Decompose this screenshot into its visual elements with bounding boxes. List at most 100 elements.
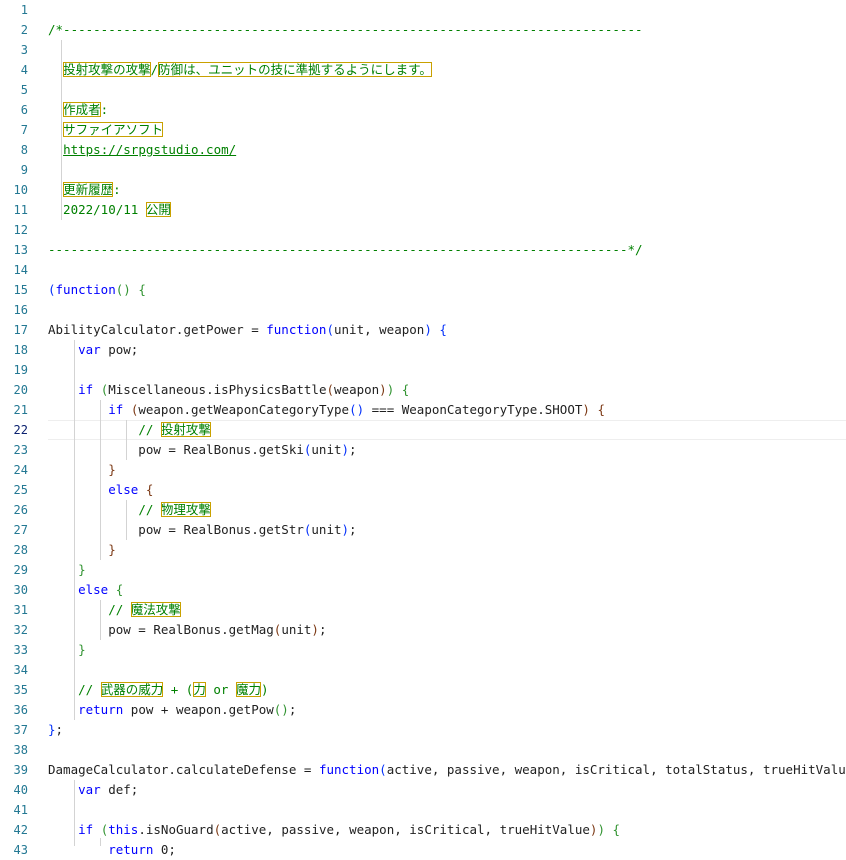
code-token: .isNoGuard <box>138 822 214 837</box>
line-number: 6 <box>20 103 28 117</box>
code-line[interactable]: 更新履歴: <box>48 180 121 200</box>
code-token: DamageCalculator.calculateDefense = <box>48 762 319 777</box>
code-token: 公開 <box>145 202 171 217</box>
code-line[interactable]: AbilityCalculator.getPower = function(un… <box>48 320 447 340</box>
code-token: ----------------------------------------… <box>48 242 643 257</box>
code-token: 0; <box>153 842 176 857</box>
code-line[interactable]: var pow; <box>48 340 138 360</box>
code-line[interactable]: if (this.isNoGuard(active, passive, weap… <box>48 820 620 840</box>
code-line[interactable]: ----------------------------------------… <box>48 240 643 260</box>
code-token: this <box>108 822 139 837</box>
code-token: /*--------------------------------------… <box>48 22 643 37</box>
code-token: ( <box>326 382 335 397</box>
code-line[interactable]: } <box>48 640 86 660</box>
code-token: pow + weapon.getPow <box>123 702 274 717</box>
code-area[interactable]: /*--------------------------------------… <box>48 0 846 857</box>
code-token: // <box>78 682 101 697</box>
line-number: 20 <box>13 383 28 397</box>
code-line[interactable]: pow = RealBonus.getSki(unit); <box>48 440 356 460</box>
code-token: https://srpgstudio.com/ <box>63 142 237 157</box>
code-line[interactable]: /*--------------------------------------… <box>48 20 643 40</box>
code-line[interactable]: // 武器の威力 + (力 or 魔力) <box>48 680 268 700</box>
code-editor[interactable]: 1 2 3 4 5 6 7 8 9 10 11 12 13 14 15 16 17 18 19 20 21 22 23 24 2… <box>0 0 846 857</box>
code-line[interactable]: } <box>48 460 116 480</box>
code-token: function <box>318 762 380 777</box>
code-line[interactable]: 投射攻撃の攻撃/防御は、ユニットの技に準拠するようにします。 <box>48 60 432 80</box>
code-line[interactable]: else { <box>48 580 123 600</box>
code-token: or <box>205 682 236 697</box>
line-number: 30 <box>13 583 28 597</box>
code-line[interactable]: https://srpgstudio.com/ <box>48 140 236 160</box>
line-number: 39 <box>13 763 28 777</box>
code-line[interactable]: }; <box>48 720 63 740</box>
code-line[interactable]: // 物理攻撃 <box>48 500 211 520</box>
code-line[interactable]: if (weapon.getWeaponCategoryType() === W… <box>48 400 605 420</box>
line-number: 12 <box>13 223 28 237</box>
code-line[interactable]: } <box>48 540 116 560</box>
code-token: 防御は、ユニットの技に準拠するようにします。 <box>158 62 432 77</box>
line-number: 7 <box>20 123 28 137</box>
code-token: def; <box>100 782 139 797</box>
code-token: ) <box>582 402 590 417</box>
code-line[interactable]: 2022/10/11 公開 <box>48 200 171 220</box>
code-token: { <box>115 582 124 597</box>
code-line[interactable]: if (Miscellaneous.isPhysicsBattle(weapon… <box>48 380 409 400</box>
code-token: } <box>108 462 116 477</box>
code-token: 2022/10/11 <box>48 202 146 217</box>
code-line[interactable]: pow = RealBonus.getStr(unit); <box>48 520 356 540</box>
code-line[interactable]: var def; <box>48 780 138 800</box>
code-token: // <box>138 502 161 517</box>
code-token: if <box>78 382 94 397</box>
line-number: 22 <box>13 423 28 437</box>
code-token: ) <box>260 682 269 697</box>
line-number: 19 <box>13 363 28 377</box>
code-token: else <box>78 582 109 597</box>
line-number: 37 <box>13 723 28 737</box>
line-number: 27 <box>13 523 28 537</box>
line-number: 42 <box>13 823 28 837</box>
code-line[interactable]: else { <box>48 480 153 500</box>
line-number: 15 <box>13 283 28 297</box>
code-token: { <box>597 402 605 417</box>
code-token: if <box>108 402 124 417</box>
line-number: 38 <box>13 743 28 757</box>
code-line[interactable]: // 投射攻撃 <box>48 420 211 440</box>
code-line[interactable]: サファイアソフト <box>48 120 164 140</box>
line-number: 17 <box>13 323 28 337</box>
line-number: 34 <box>13 663 28 677</box>
code-line[interactable]: return pow + weapon.getPow(); <box>48 700 296 720</box>
code-line[interactable]: // 魔法攻撃 <box>48 600 181 620</box>
line-number: 18 <box>13 343 28 357</box>
code-token: () <box>273 702 289 717</box>
code-token: 更新履歴 <box>63 182 114 197</box>
code-line[interactable]: DamageCalculator.calculateDefense = func… <box>48 760 846 780</box>
code-line[interactable]: } <box>48 560 86 580</box>
line-number: 36 <box>13 703 28 717</box>
code-token: ) <box>597 822 605 837</box>
code-line[interactable]: 作成者: <box>48 100 108 120</box>
code-token: var <box>78 342 101 357</box>
code-token: ( <box>213 822 222 837</box>
line-number: 11 <box>13 203 28 217</box>
code-token: 魔法攻撃 <box>130 602 181 617</box>
code-token: サファイアソフト <box>63 122 164 137</box>
code-token: unit <box>311 522 342 537</box>
code-token: var <box>78 782 101 797</box>
code-token: { <box>439 322 447 337</box>
code-token: else <box>108 482 139 497</box>
code-token: { <box>145 482 154 497</box>
code-line[interactable]: pow = RealBonus.getMag(unit); <box>48 620 326 640</box>
code-line[interactable]: (function() { <box>48 280 146 300</box>
code-token: function <box>266 322 327 337</box>
code-line[interactable]: return 0; <box>48 840 176 860</box>
